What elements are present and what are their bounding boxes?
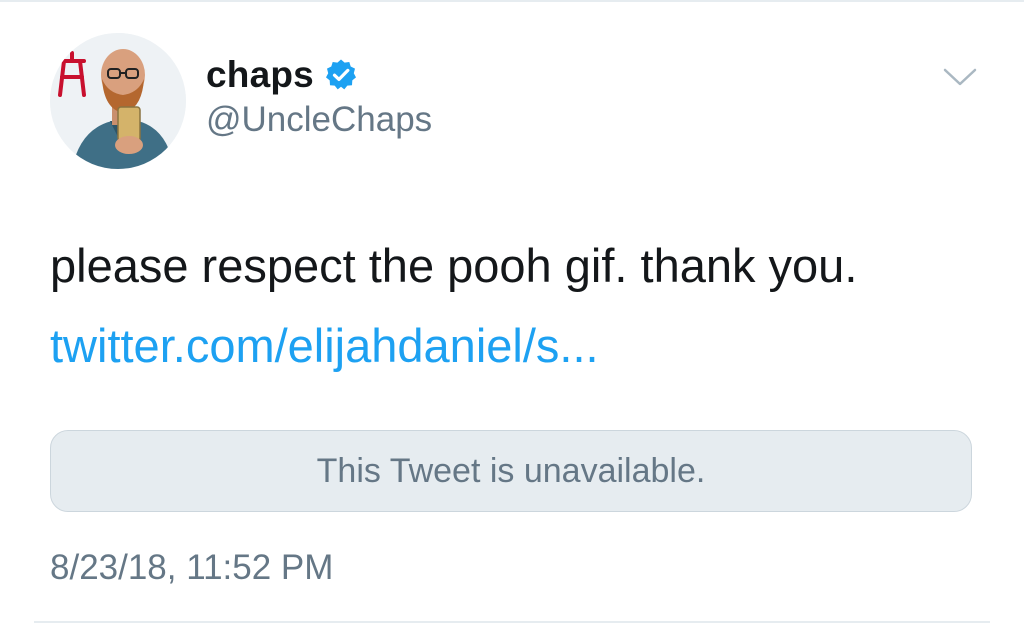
- author-name-row: chaps: [206, 52, 358, 98]
- author-handle[interactable]: @UncleChaps: [206, 100, 432, 140]
- quoted-tweet-message: This Tweet is unavailable.: [316, 451, 706, 490]
- top-divider: [0, 0, 1024, 2]
- verified-badge-icon: [324, 58, 358, 92]
- avatar[interactable]: [50, 33, 186, 169]
- quoted-tweet-card[interactable]: This Tweet is unavailable.: [50, 430, 972, 512]
- tweet-link[interactable]: twitter.com/elijahdaniel/s...: [50, 318, 599, 374]
- chevron-down-icon[interactable]: [942, 66, 978, 88]
- avatar-image: [50, 33, 186, 169]
- bottom-divider: [34, 621, 990, 623]
- tweet-text: please respect the pooh gif. thank you.: [50, 239, 858, 292]
- tweet-timestamp: 8/23/18, 11:52 PM: [50, 548, 334, 587]
- display-name[interactable]: chaps: [206, 54, 314, 96]
